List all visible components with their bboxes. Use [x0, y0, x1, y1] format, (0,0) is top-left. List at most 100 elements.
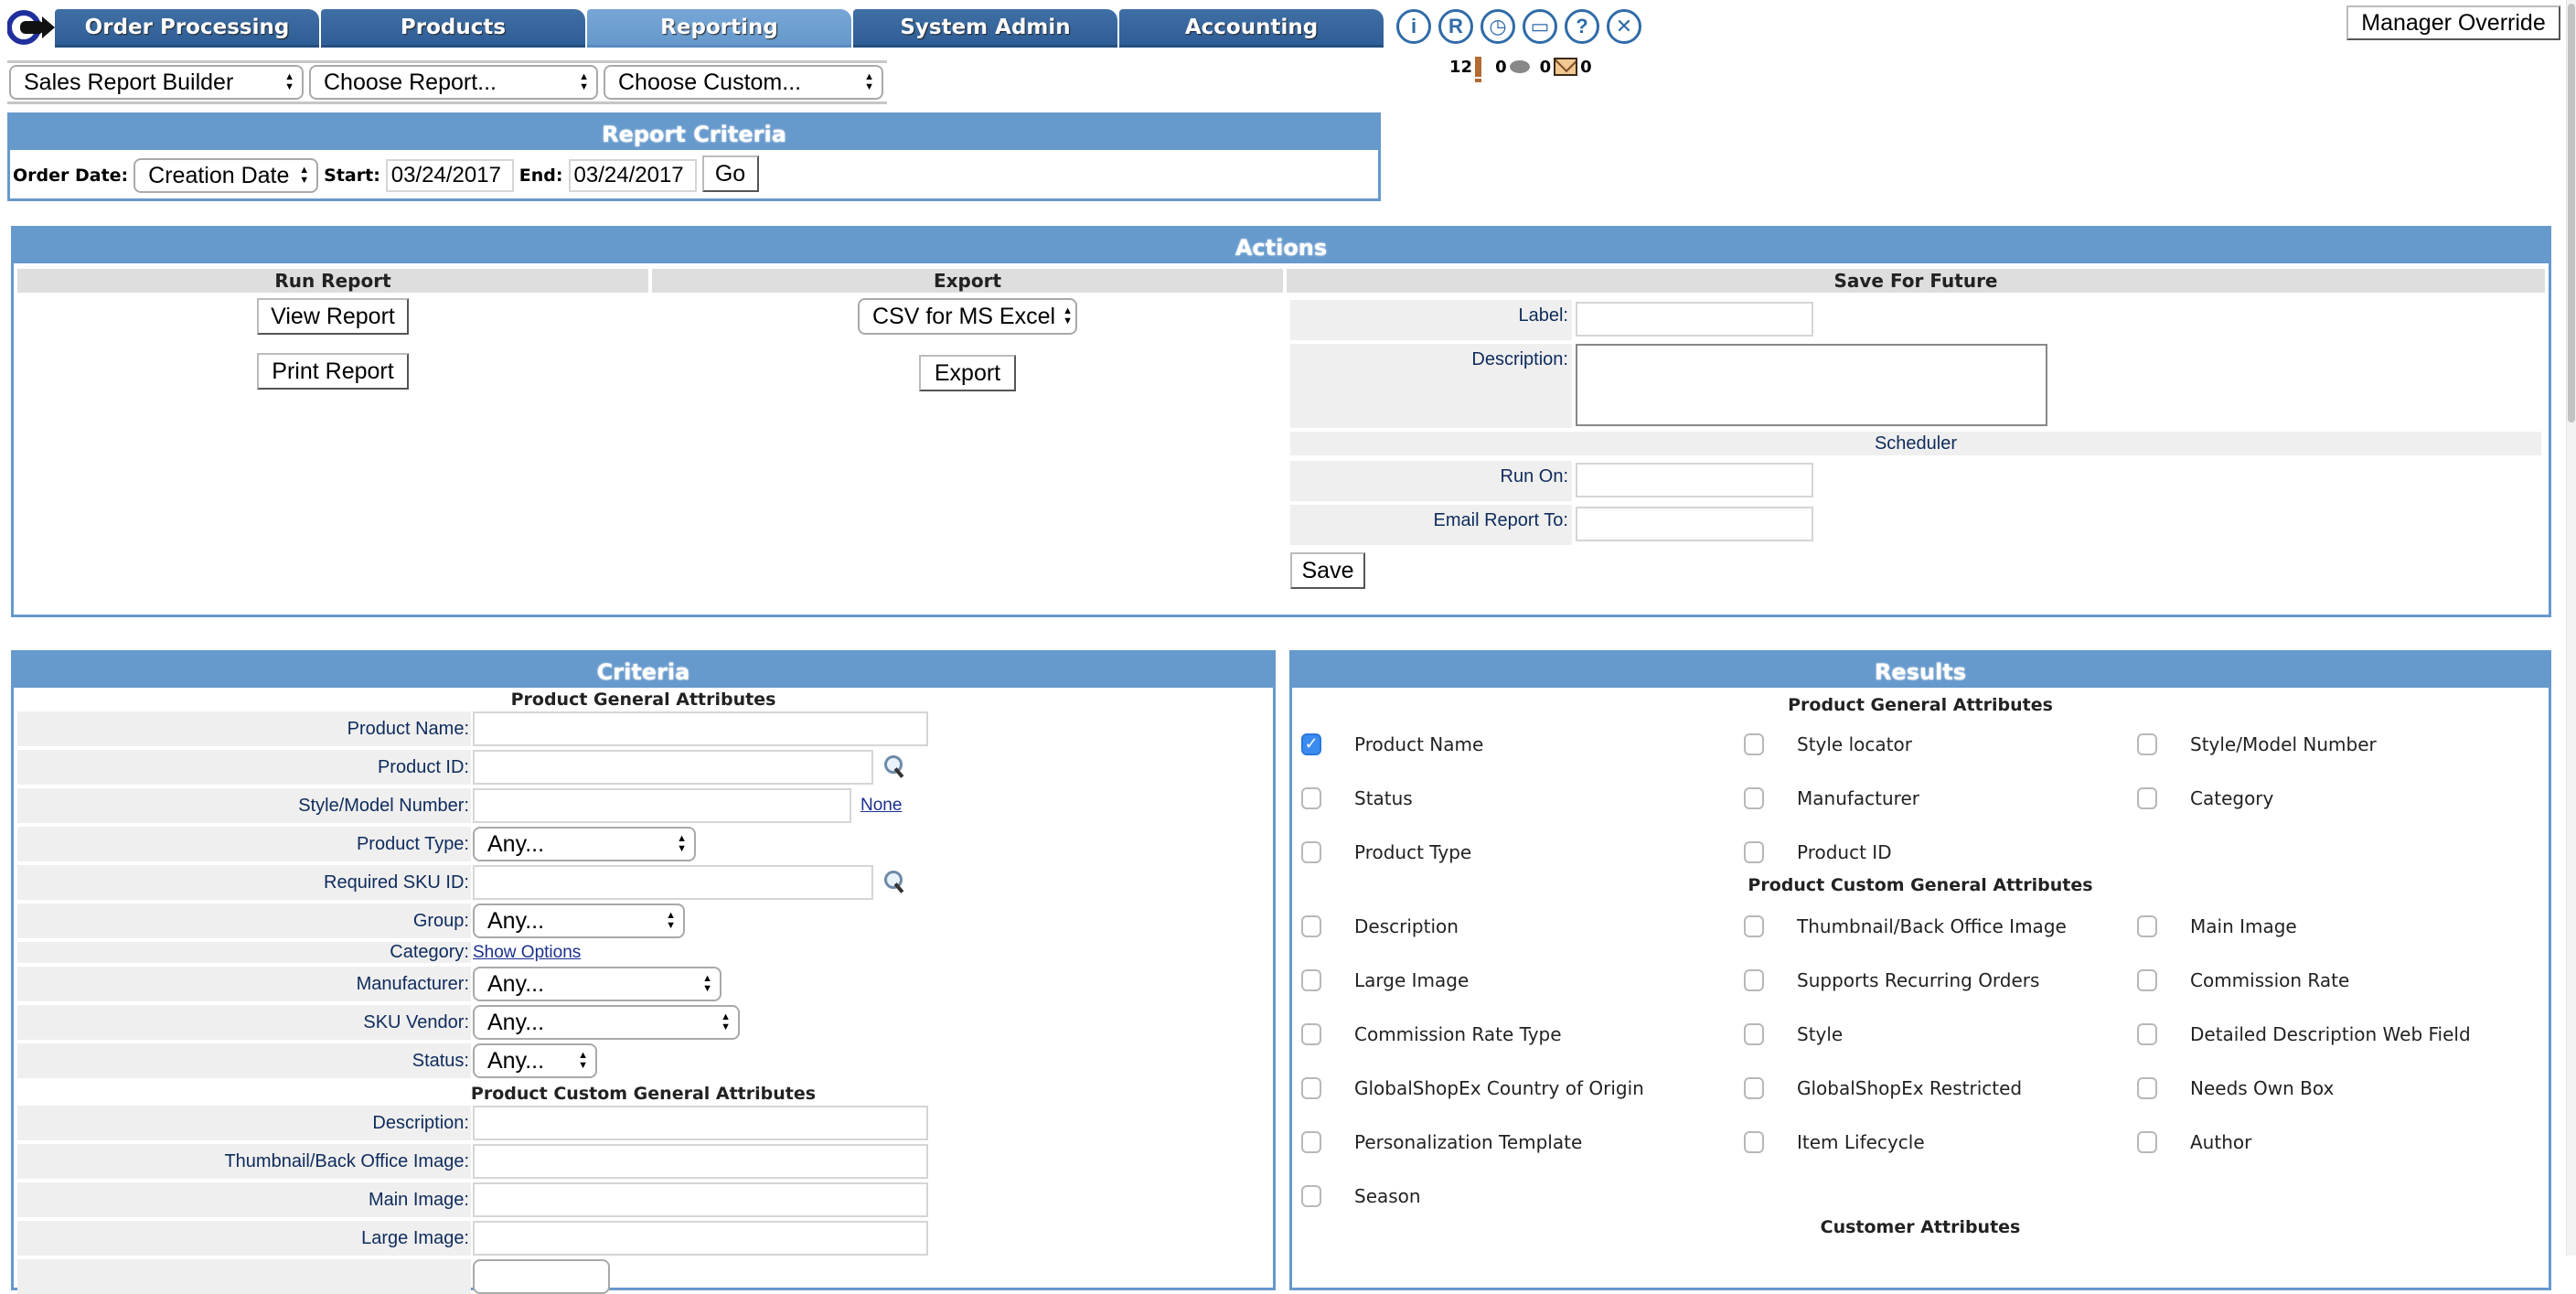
checkbox[interactable] [2137, 968, 2157, 991]
checkbox[interactable] [2137, 1130, 2157, 1153]
checkbox[interactable] [1744, 840, 1764, 863]
help-icon[interactable]: ? [1565, 9, 1599, 44]
result-field-option[interactable]: Commission Rate Type [1301, 1007, 1744, 1061]
result-field-option[interactable]: Item Lifecycle [1744, 1115, 2137, 1169]
result-field-option[interactable]: Author [2137, 1115, 2539, 1169]
checkbox[interactable] [2137, 914, 2157, 937]
checkbox[interactable] [1744, 733, 1764, 755]
result-field-option[interactable]: ✓ Product Name [1301, 717, 1744, 771]
sku-vendor-select[interactable]: Any... ▲ ▼ [473, 1005, 740, 1040]
order-date-select[interactable]: Creation Date ▲ ▼ [134, 158, 319, 193]
run-on-input[interactable] [1576, 463, 1813, 497]
checkbox[interactable] [1301, 1022, 1321, 1045]
checkbox[interactable] [1301, 1130, 1321, 1153]
result-field-option[interactable]: Thumbnail/Back Office Image [1744, 899, 2137, 953]
clock-icon[interactable]: ◷ [1480, 9, 1515, 44]
style-model-none-link[interactable]: None [860, 796, 902, 816]
manager-override-button[interactable]: Manager Override [2346, 5, 2560, 40]
chat-bubble-icon[interactable] [1509, 60, 1530, 73]
app-logo[interactable] [6, 9, 57, 46]
checkbox[interactable] [1301, 840, 1321, 863]
result-field-option[interactable]: Needs Own Box [2137, 1061, 2539, 1115]
print-report-button[interactable]: Print Report [257, 353, 409, 390]
main-image-input[interactable] [473, 1182, 928, 1217]
checkbox[interactable] [1744, 968, 1764, 991]
checkbox[interactable] [2137, 1022, 2157, 1045]
checkbox[interactable] [1301, 1184, 1321, 1207]
checkbox[interactable] [1301, 1076, 1321, 1099]
description-input[interactable] [473, 1106, 928, 1140]
required-sku-search-icon[interactable] [882, 871, 906, 894]
manufacturer-select[interactable]: Any... ▲ ▼ [473, 967, 721, 1001]
go-button[interactable]: Go [701, 155, 759, 192]
style-model-input[interactable] [473, 788, 851, 823]
result-field-option[interactable]: Main Image [2137, 899, 2539, 953]
result-field-option[interactable]: Style [1744, 1007, 2137, 1061]
group-select[interactable]: Any... ▲ ▼ [473, 904, 685, 938]
save-button[interactable]: Save [1290, 552, 1365, 589]
category-show-options-link[interactable]: Show Options [473, 943, 581, 963]
checkbox[interactable] [1744, 1076, 1764, 1099]
result-field-option[interactable]: Manufacturer [1744, 771, 2137, 825]
large-image-input[interactable] [473, 1221, 928, 1256]
page-scrollbar-thumb[interactable] [2568, 4, 2575, 422]
product-id-search-icon[interactable] [882, 755, 906, 779]
tab-accounting[interactable]: Accounting [1119, 9, 1384, 48]
start-date-input[interactable]: 03/24/2017 [385, 159, 514, 192]
checkbox[interactable] [1301, 968, 1321, 991]
checkbox-checked[interactable]: ✓ [1301, 733, 1321, 755]
alert-count[interactable]: 12 [1449, 58, 1472, 77]
mail-count[interactable]: 0 [1580, 58, 1592, 77]
result-field-option[interactable]: GlobalShopEx Country of Origin [1301, 1061, 1744, 1115]
end-date-input[interactable]: 03/24/2017 [568, 159, 697, 192]
report-type-select[interactable]: Sales Report Builder ▲ ▼ [9, 65, 304, 100]
product-name-input[interactable] [473, 711, 928, 746]
result-field-option[interactable]: Category [2137, 771, 2539, 825]
checkbox[interactable] [1744, 786, 1764, 809]
product-id-input[interactable] [473, 750, 873, 785]
checkbox[interactable] [2137, 1076, 2157, 1099]
email-report-to-input[interactable] [1576, 507, 1813, 541]
result-field-option[interactable]: Personalization Template [1301, 1115, 1744, 1169]
checkbox[interactable] [2137, 733, 2157, 755]
view-report-button[interactable]: View Report [257, 298, 409, 335]
choose-custom-select[interactable]: Choose Custom... ▲ ▼ [604, 65, 883, 100]
thumbnail-input[interactable] [473, 1144, 928, 1179]
result-field-option[interactable]: Detailed Description Web Field [2137, 1007, 2539, 1061]
result-field-option[interactable]: Style locator [1744, 717, 2137, 771]
result-field-option[interactable]: Product ID [1744, 825, 2137, 879]
partial-select[interactable] [473, 1259, 610, 1294]
result-field-option[interactable]: Description [1301, 899, 1744, 953]
save-label-input[interactable] [1576, 302, 1813, 337]
terminal-icon[interactable]: ▭ [1523, 9, 1557, 44]
tab-reporting[interactable]: Reporting [587, 9, 851, 48]
checkbox[interactable] [1301, 786, 1321, 809]
result-field-option[interactable]: Supports Recurring Orders [1744, 953, 2137, 1007]
tab-order-processing[interactable]: Order Processing [55, 9, 319, 48]
result-field-option[interactable]: GlobalShopEx Restricted [1744, 1061, 2137, 1115]
result-field-option[interactable]: Commission Rate [2137, 953, 2539, 1007]
registered-icon[interactable]: R [1438, 9, 1473, 44]
result-field-option[interactable]: Large Image [1301, 953, 1744, 1007]
export-button[interactable]: Export [919, 355, 1016, 391]
choose-report-select[interactable]: Choose Report... ▲ ▼ [309, 65, 598, 100]
user-info-icon[interactable]: i [1396, 9, 1431, 44]
checkbox[interactable] [1744, 1022, 1764, 1045]
result-field-option[interactable]: Product Type [1301, 825, 1744, 879]
result-field-option[interactable]: Status [1301, 771, 1744, 825]
close-icon[interactable]: ✕ [1607, 9, 1641, 44]
chat-count[interactable]: 0 [1495, 58, 1507, 77]
mail-envelope-icon[interactable] [1554, 58, 1578, 76]
alert-exclamation-icon[interactable] [1475, 57, 1482, 82]
status-select[interactable]: Any... ▲ ▼ [473, 1043, 597, 1078]
checkbox[interactable] [1744, 1130, 1764, 1153]
result-field-option[interactable]: Season [1301, 1169, 1744, 1223]
tab-system-admin[interactable]: System Admin [853, 9, 1117, 48]
checkbox[interactable] [2137, 786, 2157, 809]
tab-products[interactable]: Products [321, 9, 585, 48]
product-type-select[interactable]: Any... ▲ ▼ [473, 827, 696, 861]
result-field-option[interactable]: Style/Model Number [2137, 717, 2539, 771]
export-format-select[interactable]: CSV for MS Excel ▲ ▼ [858, 298, 1077, 335]
save-description-textarea[interactable] [1576, 344, 2047, 426]
message-count[interactable]: 0 [1540, 58, 1552, 77]
